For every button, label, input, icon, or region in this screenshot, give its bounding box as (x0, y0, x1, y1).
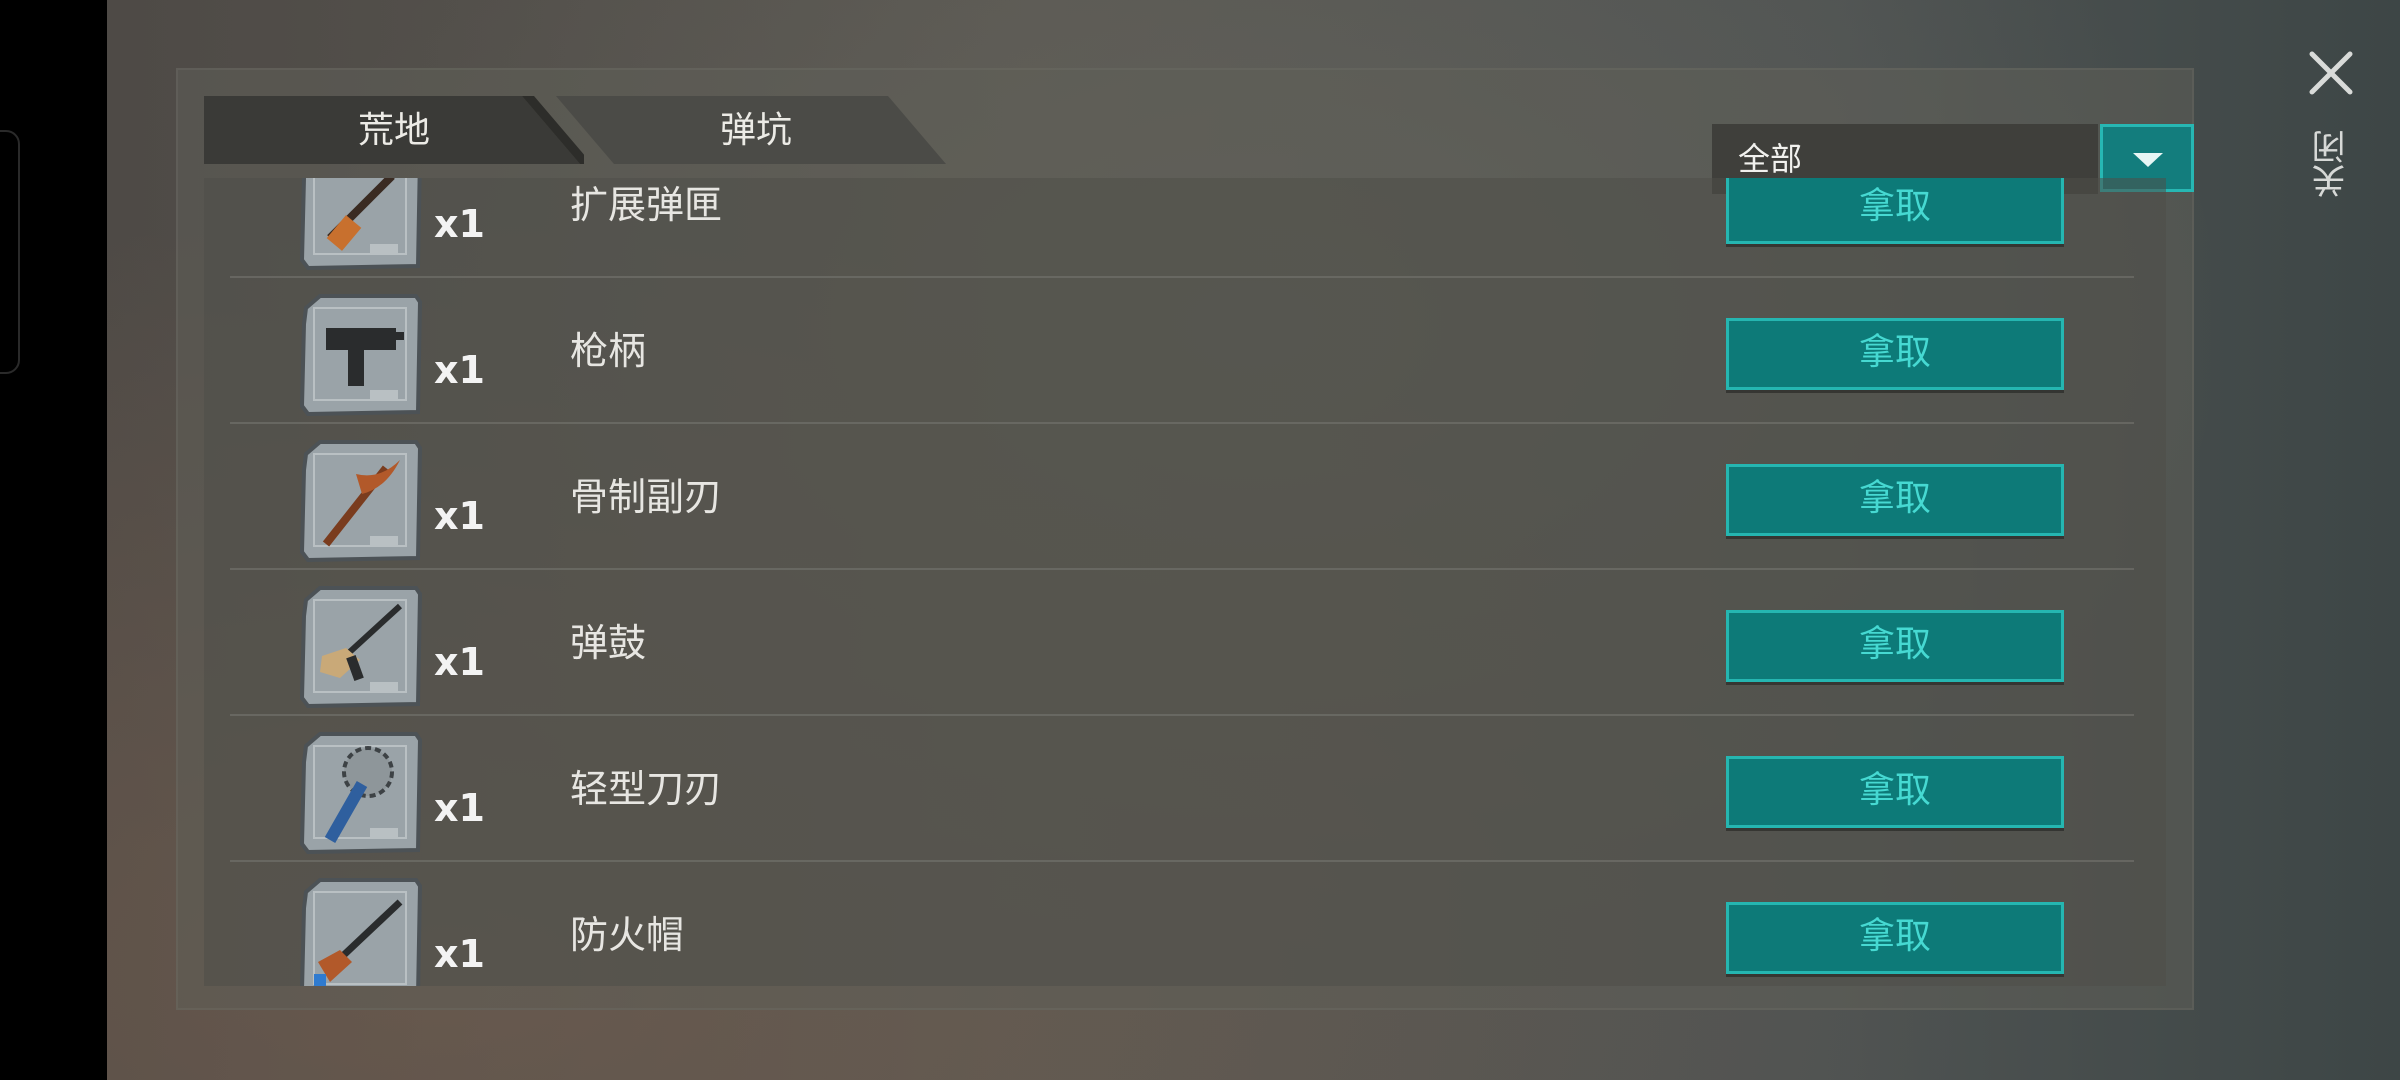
saw-mace-blueprint-icon (300, 732, 422, 854)
list-item: x1 扩展弹匣 拿取 (204, 178, 2166, 278)
sniper-rifle-blueprint-icon (300, 178, 422, 270)
item-quantity: x1 (434, 348, 485, 392)
dropdown-arrow-icon (2133, 153, 2163, 167)
item-list[interactable]: x1 扩展弹匣 拿取 x1 枪柄 拿取 x1 骨制副刃 拿取 x1 弹鼓 拿取 … (204, 178, 2166, 986)
pickaxe-blueprint-icon (300, 440, 422, 562)
tab-label: 荒地 (357, 110, 430, 151)
assault-rifle-blueprint-icon (300, 586, 422, 708)
list-item: x1 枪柄 拿取 (204, 278, 2166, 424)
list-item: x1 轻型刀刃 拿取 (204, 716, 2166, 862)
close-label: 关闭 (2312, 130, 2352, 198)
loot-panel: 荒地 弹坑 全部 x1 扩展弹匣 拿取 x1 枪柄 拿取 x1 骨制副刃 拿取 … (176, 68, 2194, 1010)
item-quantity: x1 (434, 494, 485, 538)
item-quantity: x1 (434, 640, 485, 684)
take-button[interactable]: 拿取 (1726, 756, 2064, 828)
uzi-blueprint-icon (300, 294, 422, 416)
device-left-edge (0, 0, 107, 1080)
tab-wasteland[interactable]: 荒地 (204, 96, 584, 164)
item-quantity: x1 (434, 932, 485, 976)
tab-crater[interactable]: 弹坑 (556, 96, 956, 164)
take-button[interactable]: 拿取 (1726, 464, 2064, 536)
device-notch (0, 130, 20, 374)
item-name: 枪柄 (570, 329, 647, 373)
take-button[interactable]: 拿取 (1726, 318, 2064, 390)
tab-label: 弹坑 (719, 110, 792, 151)
item-name: 扩展弹匣 (570, 183, 723, 227)
location-tabs: 荒地 弹坑 全部 (204, 96, 2194, 194)
item-name: 防火帽 (570, 913, 685, 957)
item-quantity: x1 (434, 202, 485, 246)
ak-rifle-blueprint-icon (300, 878, 422, 986)
close-icon (2309, 51, 2353, 95)
item-quantity: x1 (434, 786, 485, 830)
item-name: 骨制副刃 (570, 475, 723, 519)
close-button[interactable]: 关闭 (2290, 40, 2370, 220)
list-item: x1 骨制副刃 拿取 (204, 424, 2166, 570)
take-button[interactable]: 拿取 (1726, 610, 2064, 682)
list-item: x1 弹鼓 拿取 (204, 570, 2166, 716)
list-item: x1 防火帽 拿取 (204, 862, 2166, 986)
take-button[interactable]: 拿取 (1726, 178, 2064, 244)
take-button[interactable]: 拿取 (1726, 902, 2064, 974)
item-name: 弹鼓 (570, 621, 647, 665)
item-name: 轻型刀刃 (570, 767, 723, 811)
